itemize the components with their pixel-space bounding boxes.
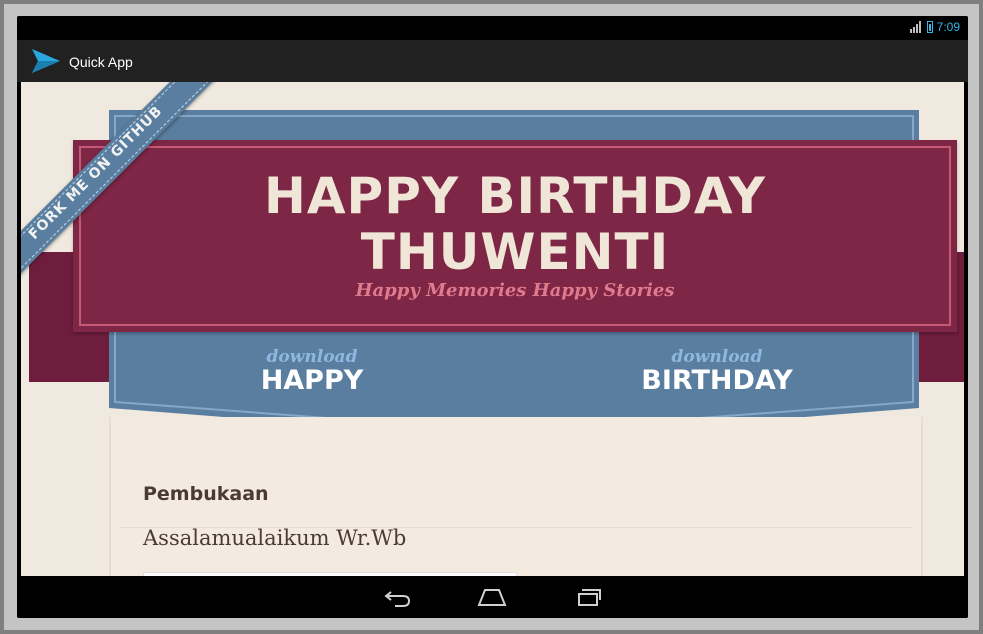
device-screen: 7:09 Quick App HAPPY BIRTHDAY THUWENTI H… <box>17 16 968 618</box>
battery-icon <box>926 21 933 33</box>
download-birthday-small: download <box>671 347 763 367</box>
download-happy-small: download <box>266 347 358 367</box>
back-icon[interactable] <box>383 586 413 608</box>
signal-icon <box>909 21 923 33</box>
action-bar: Quick App <box>17 40 968 82</box>
section-text: Assalamualaikum Wr.Wb <box>143 526 407 550</box>
title-banner: HAPPY BIRTHDAY THUWENTI Happy Memories H… <box>73 140 957 332</box>
status-bar: 7:09 <box>17 16 968 40</box>
page-subtitle: Happy Memories Happy Stories <box>355 280 675 301</box>
webview[interactable]: HAPPY BIRTHDAY THUWENTI Happy Memories H… <box>21 82 964 576</box>
recent-apps-icon[interactable] <box>573 586 603 608</box>
navigation-bar <box>17 576 968 618</box>
home-icon[interactable] <box>477 586 507 608</box>
download-birthday-link[interactable]: download BIRTHDAY <box>617 348 817 396</box>
status-time: 7:09 <box>936 20 960 34</box>
status-indicators: 7:09 <box>909 20 960 34</box>
paper-plane-icon[interactable] <box>31 47 61 75</box>
download-happy-link[interactable]: download HAPPY <box>212 348 412 396</box>
page-title-line2: THUWENTI <box>360 223 670 281</box>
download-birthday-label: BIRTHDAY <box>641 365 793 396</box>
app-title: Quick App <box>69 54 133 70</box>
page-title-line1: HAPPY BIRTHDAY <box>264 167 766 225</box>
download-happy-label: HAPPY <box>260 365 364 396</box>
section-heading: Pembukaan <box>143 483 269 505</box>
